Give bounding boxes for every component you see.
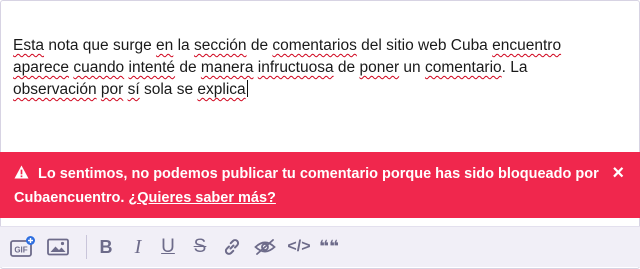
spoiler-button[interactable] [253, 236, 277, 258]
italic-icon: I [134, 235, 142, 258]
bold-button[interactable]: B [96, 236, 116, 258]
comment-text-segment: intenté [128, 59, 176, 76]
comment-text-segment: la [173, 37, 194, 54]
comment-text-segment: sí [127, 81, 140, 98]
error-banner: Lo sentimos, no podemos publicar tu come… [0, 152, 640, 218]
comment-text-segment: nota que surge [44, 37, 157, 54]
comment-line-2: aparece cuando intenté de manera infruct… [13, 57, 623, 79]
gif-icon: GIF [10, 236, 35, 257]
comment-line-3: observación por sí sola se explica [13, 79, 623, 101]
quote-button[interactable]: ❝❝ [318, 236, 340, 258]
comment-text-segment: encuentro [492, 37, 562, 54]
image-icon [47, 238, 69, 256]
underline-button[interactable]: U [158, 236, 178, 258]
comment-text-segment: infructuosa [257, 59, 334, 76]
learn-more-link[interactable]: ¿Quieres saber más? [128, 190, 276, 206]
error-message-block: Lo sentimos, no podemos publicar tu come… [14, 162, 604, 210]
comment-text-segment: sección [193, 37, 247, 54]
comment-text-segment: comentario [424, 59, 502, 76]
comment-text-area[interactable]: Esta nota que surge en la sección de com… [13, 35, 623, 101]
comment-text-segment: observación [13, 81, 97, 98]
bold-icon: B [99, 236, 113, 257]
comment-text-segment: explica [197, 81, 246, 98]
toolbar-divider [86, 235, 87, 259]
gif-button[interactable]: GIF [10, 236, 36, 258]
image-button[interactable] [46, 236, 70, 258]
error-message: Lo sentimos, no podemos publicar tu come… [14, 166, 599, 206]
comment-text-segment: manera [200, 59, 254, 76]
comment-text-segment: sola se [139, 81, 198, 98]
underline-icon: U [161, 236, 175, 257]
italic-button[interactable]: I [128, 236, 148, 258]
link-icon [224, 239, 240, 255]
comment-text-segment: comentarios [272, 37, 357, 54]
warning-icon [14, 165, 29, 179]
formatting-toolbar: GIF B I U S </> ❝❝ [0, 226, 640, 267]
comment-text-segment: un [399, 59, 425, 76]
code-button[interactable]: </> [286, 236, 312, 258]
comment-text-segment: cuando [73, 59, 125, 76]
comment-text-segment: aparece [13, 59, 70, 76]
comment-text-segment: . La [501, 59, 528, 76]
strikethrough-button[interactable]: S [190, 236, 210, 258]
comment-text-segment: poner [359, 59, 400, 76]
comment-text-segment: de [333, 59, 360, 76]
comment-text-segment: de [175, 59, 201, 76]
comment-text-segment: Esta [13, 37, 45, 54]
strikethrough-icon: S [193, 236, 207, 257]
text-caret [246, 80, 248, 97]
spoiler-icon [254, 239, 276, 255]
comment-text-segment: por [100, 81, 124, 98]
comment-text-segment: en [156, 37, 174, 54]
close-icon[interactable]: × [612, 163, 624, 183]
quote-icon: ❝❝ [319, 237, 339, 257]
gif-label: GIF [14, 246, 27, 255]
link-button[interactable] [221, 236, 243, 258]
comment-text-segment: de [246, 37, 273, 54]
code-icon: </> [287, 238, 311, 255]
comment-line-1: Esta nota que surge en la sección de com… [13, 35, 623, 57]
comment-text-segment: del sitio web Cuba [356, 37, 493, 54]
